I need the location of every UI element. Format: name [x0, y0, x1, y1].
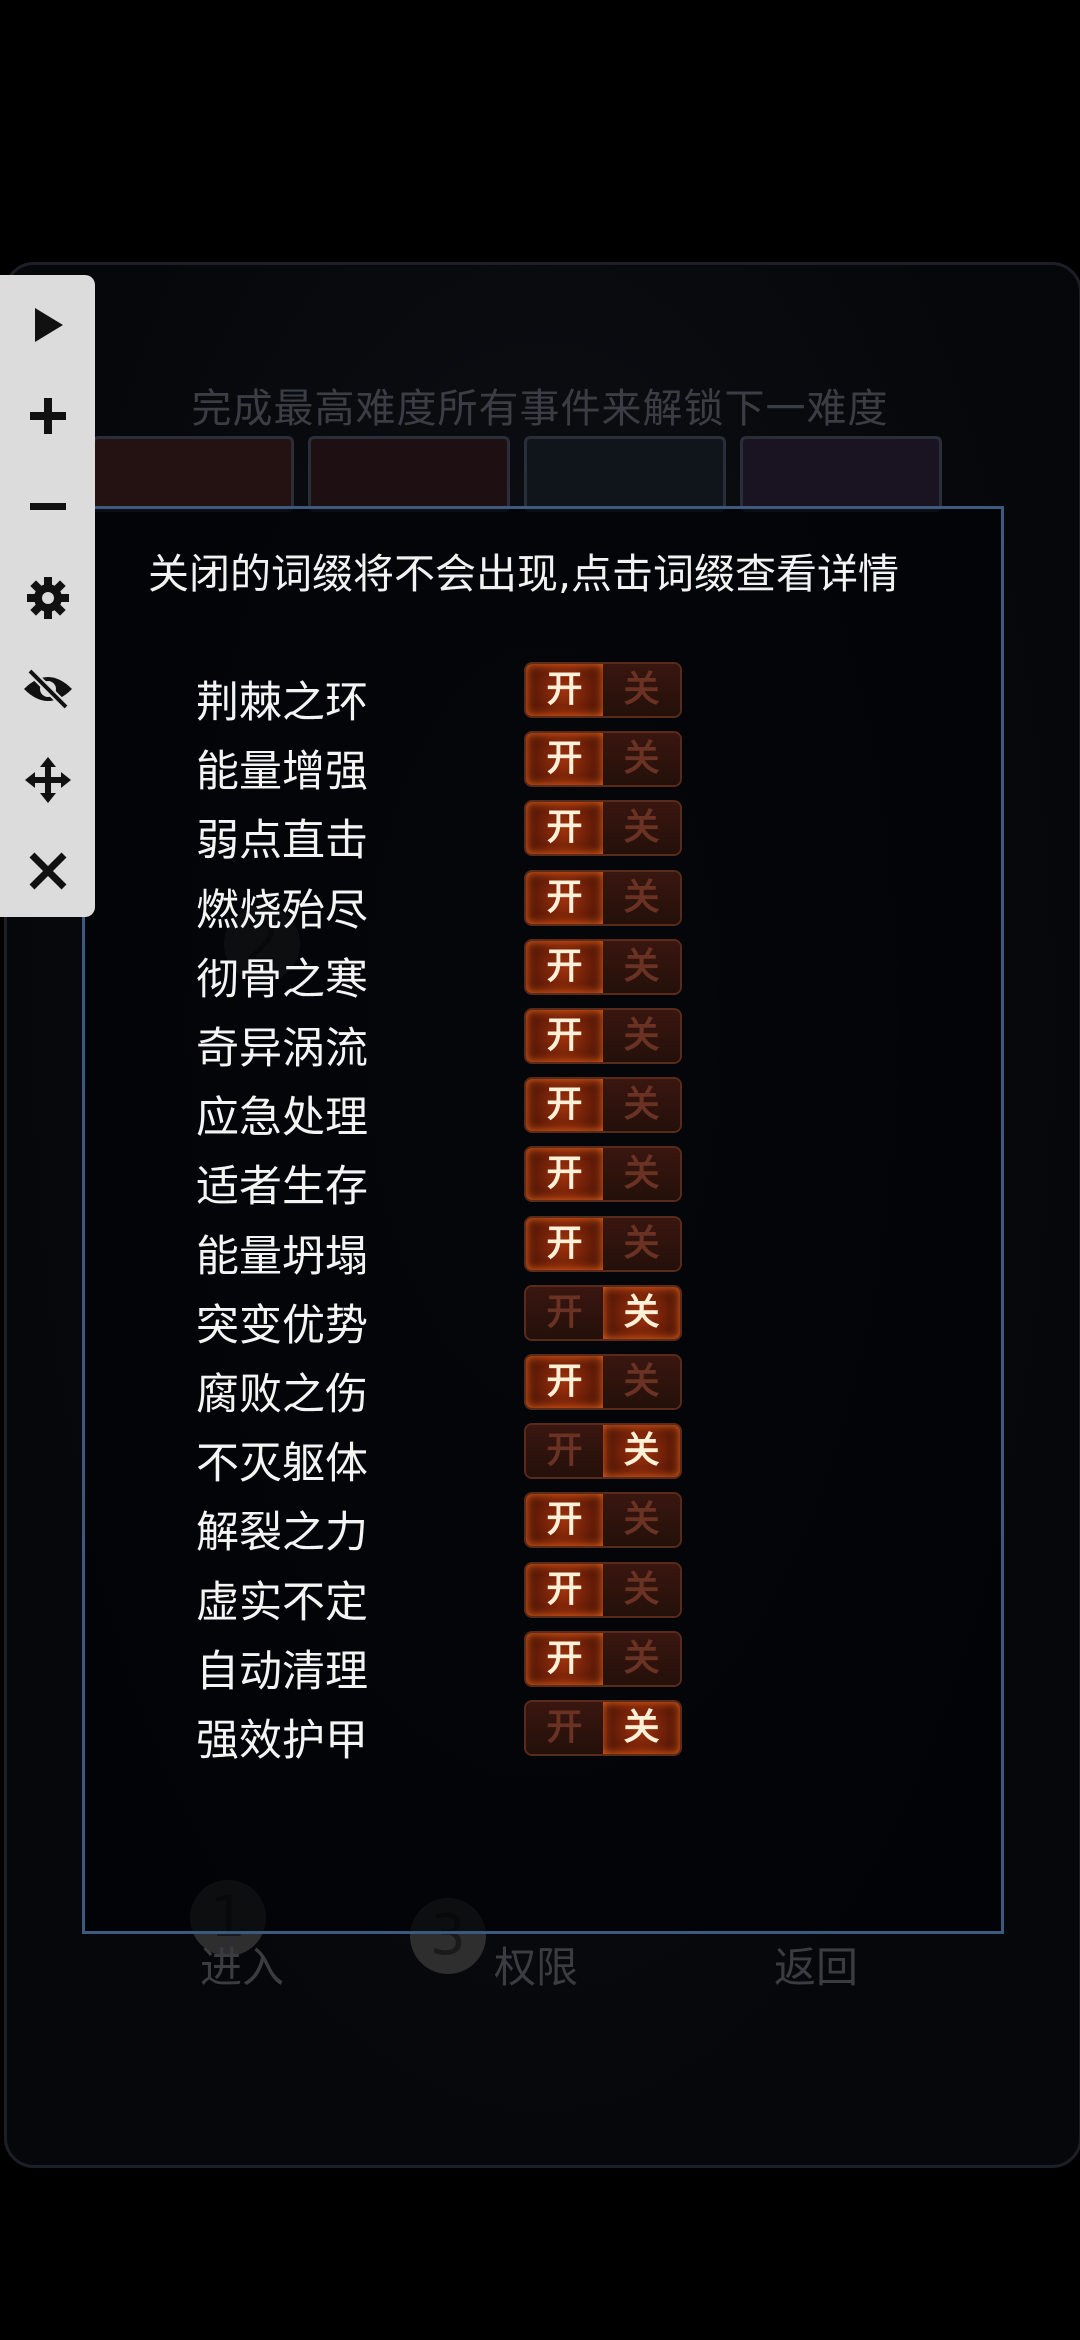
affix-toggle[interactable]: 开关	[524, 1631, 682, 1687]
toggle-on-segment[interactable]: 开	[526, 872, 603, 924]
toggle-on-segment[interactable]: 开	[526, 1287, 603, 1339]
toggle-off-segment[interactable]: 关	[603, 941, 680, 993]
affix-toggle[interactable]: 开关	[524, 1008, 682, 1064]
affix-name[interactable]: 腐败之伤	[196, 1360, 368, 1422]
eye-off-icon[interactable]	[0, 659, 95, 719]
affix-name[interactable]: 奇异涡流	[196, 1014, 368, 1076]
toggle-on-segment[interactable]: 开	[526, 1356, 603, 1408]
affix-toggle[interactable]: 开关	[524, 1285, 682, 1341]
minus-icon[interactable]	[0, 477, 95, 537]
toggle-on-segment[interactable]: 开	[526, 664, 603, 716]
affix-toggle[interactable]: 开关	[524, 1492, 682, 1548]
toggle-on-segment[interactable]: 开	[526, 1633, 603, 1685]
difficulty-cards	[92, 436, 942, 512]
toggle-on-segment[interactable]: 开	[526, 1494, 603, 1546]
toggle-off-segment[interactable]: 关	[603, 802, 680, 854]
affix-name[interactable]: 解裂之力	[196, 1498, 368, 1560]
affix-row[interactable]: 虚实不定 开关	[196, 1562, 696, 1628]
toggle-on-segment[interactable]: 开	[526, 1218, 603, 1270]
affix-name[interactable]: 强效护甲	[196, 1706, 368, 1768]
affix-row[interactable]: 弱点直击 开关	[196, 800, 696, 866]
affix-toggle[interactable]: 开关	[524, 662, 682, 718]
gear-icon[interactable]	[0, 568, 95, 628]
toggle-off-segment[interactable]: 关	[603, 1218, 680, 1270]
toggle-on-segment[interactable]: 开	[526, 1564, 603, 1616]
toggle-off-segment[interactable]: 关	[603, 1633, 680, 1685]
affix-toggle[interactable]: 开关	[524, 1146, 682, 1202]
toggle-on-segment[interactable]: 开	[526, 733, 603, 785]
toggle-off-segment[interactable]: 关	[603, 1425, 680, 1477]
toggle-off-segment[interactable]: 关	[603, 664, 680, 716]
enter-button[interactable]: 进入	[200, 1934, 284, 1995]
affix-row[interactable]: 腐败之伤 开关	[196, 1354, 696, 1420]
move-icon[interactable]	[0, 750, 95, 810]
affix-row[interactable]: 荆棘之环 开关	[196, 662, 696, 728]
toggle-off-segment[interactable]: 关	[603, 1356, 680, 1408]
unlock-hint: 完成最高难度所有事件来解锁下一难度	[191, 386, 889, 432]
affix-name[interactable]: 能量坍塌	[196, 1222, 368, 1284]
panel-title: 关闭的词缀将不会出现,点击词缀查看详情	[148, 550, 900, 598]
toggle-off-segment[interactable]: 关	[603, 1010, 680, 1062]
affix-name[interactable]: 适者生存	[196, 1152, 368, 1214]
toggle-off-segment[interactable]: 关	[603, 1702, 680, 1754]
toggle-off-segment[interactable]: 关	[603, 1287, 680, 1339]
back-button[interactable]: 返回	[774, 1934, 858, 1995]
affix-row[interactable]: 能量增强 开关	[196, 731, 696, 797]
affix-toggle[interactable]: 开关	[524, 1077, 682, 1133]
affix-name[interactable]: 弱点直击	[196, 806, 368, 868]
toggle-off-segment[interactable]: 关	[603, 733, 680, 785]
affix-row[interactable]: 适者生存 开关	[196, 1146, 696, 1212]
affix-name[interactable]: 燃烧殆尽	[196, 876, 368, 938]
affix-toggle[interactable]: 开关	[524, 1354, 682, 1410]
close-icon[interactable]	[0, 841, 95, 901]
toggle-on-segment[interactable]: 开	[526, 941, 603, 993]
difficulty-card	[308, 436, 510, 512]
affix-row[interactable]: 彻骨之寒 开关	[196, 939, 696, 1005]
affix-toggle[interactable]: 开关	[524, 1216, 682, 1272]
affix-name[interactable]: 自动清理	[196, 1637, 368, 1699]
toggle-on-segment[interactable]: 开	[526, 802, 603, 854]
permission-button[interactable]: 权限	[494, 1934, 578, 1995]
difficulty-card	[524, 436, 726, 512]
affix-row[interactable]: 应急处理 开关	[196, 1077, 696, 1143]
affix-row[interactable]: 燃烧殆尽 开关	[196, 870, 696, 936]
affix-toggle[interactable]: 开关	[524, 1700, 682, 1756]
affix-row[interactable]: 不灭躯体 开关	[196, 1423, 696, 1489]
affix-name[interactable]: 应急处理	[196, 1083, 368, 1145]
difficulty-card	[740, 436, 942, 512]
affix-row[interactable]: 解裂之力 开关	[196, 1492, 696, 1558]
affix-name[interactable]: 彻骨之寒	[196, 945, 368, 1007]
toggle-off-segment[interactable]: 关	[603, 1148, 680, 1200]
toggle-on-segment[interactable]: 开	[526, 1010, 603, 1062]
affix-toggle[interactable]: 开关	[524, 870, 682, 926]
affix-name[interactable]: 突变优势	[196, 1291, 368, 1353]
play-icon[interactable]	[0, 295, 95, 355]
toggle-on-segment[interactable]: 开	[526, 1079, 603, 1131]
affix-toggle[interactable]: 开关	[524, 1562, 682, 1618]
affix-row[interactable]: 自动清理 开关	[196, 1631, 696, 1697]
toggle-on-segment[interactable]: 开	[526, 1425, 603, 1477]
affix-name[interactable]: 不灭躯体	[196, 1429, 368, 1491]
affix-row[interactable]: 奇异涡流 开关	[196, 1008, 696, 1074]
affix-name[interactable]: 虚实不定	[196, 1568, 368, 1630]
floating-toolbar	[0, 275, 95, 917]
affix-row[interactable]: 突变优势 开关	[196, 1285, 696, 1351]
plus-icon[interactable]	[0, 386, 95, 446]
affix-toggle[interactable]: 开关	[524, 939, 682, 995]
toggle-off-segment[interactable]: 关	[603, 872, 680, 924]
affix-row[interactable]: 强效护甲 开关	[196, 1700, 696, 1766]
toggle-off-segment[interactable]: 关	[603, 1564, 680, 1616]
affix-toggle[interactable]: 开关	[524, 1423, 682, 1479]
affix-row[interactable]: 能量坍塌 开关	[196, 1216, 696, 1282]
toggle-on-segment[interactable]: 开	[526, 1148, 603, 1200]
affix-toggle[interactable]: 开关	[524, 731, 682, 787]
difficulty-card	[92, 436, 294, 512]
affix-name[interactable]: 荆棘之环	[196, 668, 368, 730]
affix-name[interactable]: 能量增强	[196, 737, 368, 799]
toggle-off-segment[interactable]: 关	[603, 1079, 680, 1131]
toggle-off-segment[interactable]: 关	[603, 1494, 680, 1546]
affix-toggle[interactable]: 开关	[524, 800, 682, 856]
toggle-on-segment[interactable]: 开	[526, 1702, 603, 1754]
